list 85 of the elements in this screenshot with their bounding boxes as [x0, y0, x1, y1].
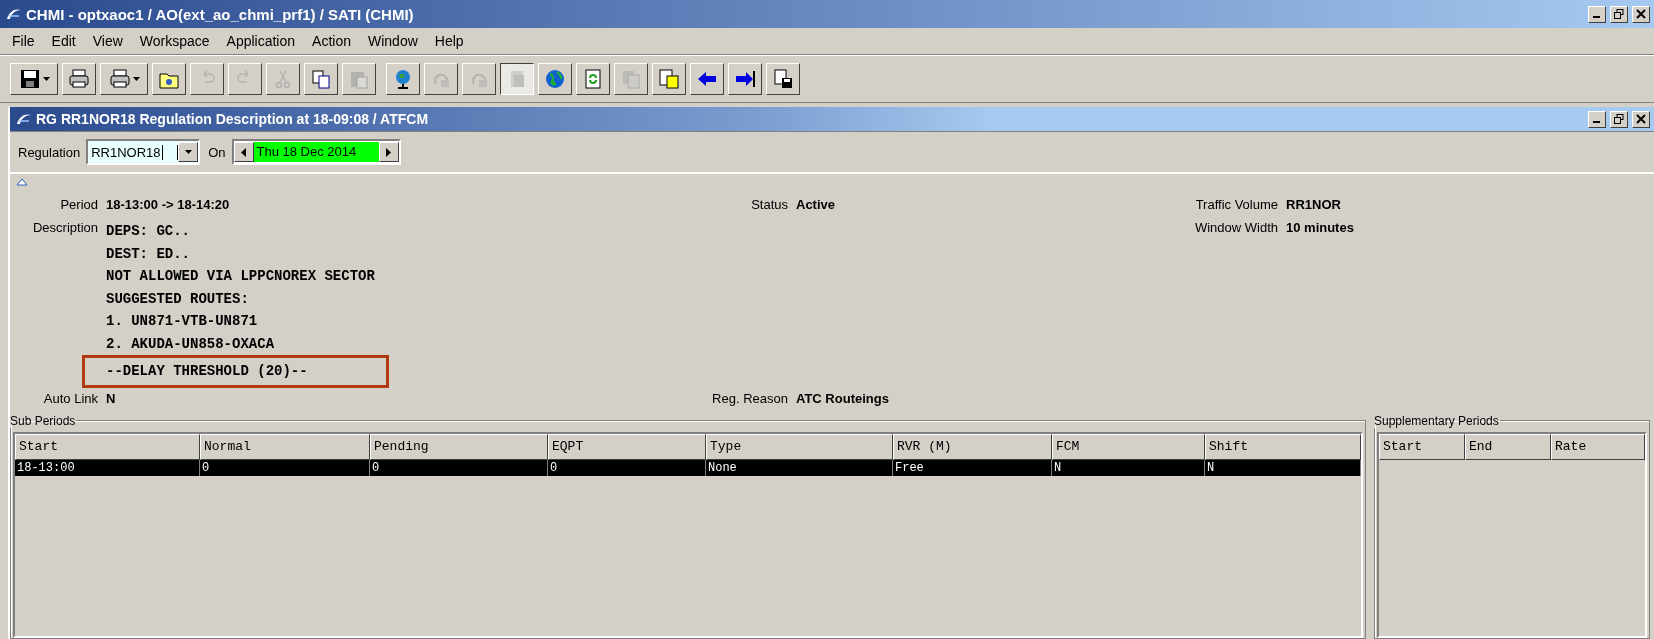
restore-icon [1614, 9, 1624, 19]
earth-icon [544, 68, 566, 90]
table-cell: N [1205, 459, 1361, 476]
group-title: Supplementary Periods [1373, 413, 1500, 428]
column-header[interactable]: Start [15, 433, 200, 460]
reg-reason-value: ATC Routeings [796, 391, 890, 406]
collapse-triangle-icon[interactable] [16, 178, 28, 186]
menu-item[interactable]: Window [360, 33, 427, 49]
menu-item[interactable]: Help [426, 33, 473, 49]
description-line: DEST: ED.. [106, 244, 191, 264]
window-width-value: 10 minutes [1286, 219, 1355, 235]
regulation-label: Regulation [18, 144, 81, 160]
column-header[interactable]: Shift [1205, 433, 1361, 460]
restore-button[interactable] [1610, 5, 1628, 23]
column-header[interactable]: End [1465, 433, 1551, 460]
auto-link-value: N [106, 391, 117, 406]
regulation-combo-box[interactable]: RR1NOR18 [86, 139, 201, 165]
close-button[interactable] [1632, 110, 1650, 128]
document-with-disk-icon [772, 68, 794, 90]
swoosh-logo-icon [16, 112, 32, 126]
menu-item[interactable]: View [84, 33, 132, 49]
column-header[interactable]: Rate [1551, 433, 1645, 460]
column-header[interactable]: FCM [1052, 433, 1205, 460]
dropdown-button[interactable] [178, 142, 199, 162]
right-triangle-icon [386, 147, 391, 157]
period-label: Period [59, 196, 99, 212]
table-cell: 0 [200, 459, 370, 476]
caret-icon [184, 150, 192, 154]
printer-icon [68, 68, 90, 90]
window-width-label: Window Width [1193, 219, 1279, 235]
table-cell: 0 [548, 459, 706, 476]
copy-icon [310, 68, 332, 90]
close-icon [1636, 9, 1646, 19]
table-cell: N [1052, 459, 1205, 476]
close-button[interactable] [1632, 5, 1650, 23]
description-label: Description [31, 219, 99, 235]
inner-window-title: RG RR1NOR18 Regulation Description at 18-09:08 / ATFCM [36, 111, 430, 127]
left-triangle-icon [241, 147, 246, 157]
table-cell: None [706, 459, 893, 476]
menu-item[interactable]: Edit [43, 33, 85, 49]
column-header[interactable]: Pending [370, 433, 548, 460]
column-header[interactable]: Type [706, 433, 893, 460]
column-header[interactable]: RVR (M) [893, 433, 1052, 460]
reload-document-icon [582, 68, 604, 90]
restore-button[interactable] [1610, 110, 1628, 128]
close-icon [1636, 114, 1646, 124]
column-header[interactable]: Normal [200, 433, 370, 460]
printer-icon [108, 68, 131, 90]
menu-item[interactable]: Workspace [131, 33, 219, 49]
column-header[interactable]: Start [1379, 433, 1465, 460]
group-title: Sub Periods [9, 413, 77, 428]
table-cell: 0 [370, 459, 548, 476]
minimize-button[interactable] [1588, 5, 1606, 23]
window-title: CHMI - optxaoc1 / AO(ext_ao_chmi_prf1) / SATI (CHMI) [26, 5, 415, 23]
reg-reason-label: Reg. Reason [711, 391, 789, 406]
next-date-button[interactable] [378, 142, 399, 162]
documents-icon [620, 68, 642, 90]
description-line: 1. UN871-VTB-UN871 [106, 312, 259, 331]
period-value: 18-13:00 -> 18-14:20 [106, 196, 231, 212]
minimize-button[interactable] [1588, 110, 1606, 128]
on-label: On [208, 144, 226, 160]
traffic-volume-label: Traffic Volume [1194, 196, 1279, 212]
traffic-volume-value: RR1NOR [1286, 196, 1342, 212]
dropdown-caret-icon [132, 77, 140, 81]
description-line: DEPS: GC.. [106, 222, 191, 241]
date-field[interactable]: Thu 18 Dec 2014 [253, 142, 379, 162]
table-cell: Free [893, 459, 1052, 476]
menu-item[interactable]: File [4, 33, 44, 49]
right-arrow-icon [734, 68, 756, 90]
dropdown-caret-icon [42, 77, 50, 81]
previous-date-button[interactable] [233, 142, 254, 162]
description-line: 2. AKUDA-UN858-OXACA [106, 334, 276, 354]
menu-item[interactable]: Action [304, 33, 360, 49]
description-line: SUGGESTED ROUTES: [106, 289, 250, 309]
description-line: NOT ALLOWED VIA LPPCNOREX SECTOR [106, 267, 376, 286]
swoosh-logo-icon [6, 7, 22, 21]
notes-icon [658, 68, 680, 90]
table-cell: 18-13:00 [15, 459, 200, 476]
status-label: Status [750, 196, 789, 212]
auto-link-label: Auto Link [42, 391, 99, 406]
restore-icon [1614, 114, 1624, 124]
menu-item[interactable]: Application [218, 33, 305, 49]
column-header[interactable]: EQPT [548, 433, 706, 460]
status-value: Active [796, 196, 837, 212]
description-line: --DELAY THRESHOLD (20)-- [106, 363, 308, 379]
